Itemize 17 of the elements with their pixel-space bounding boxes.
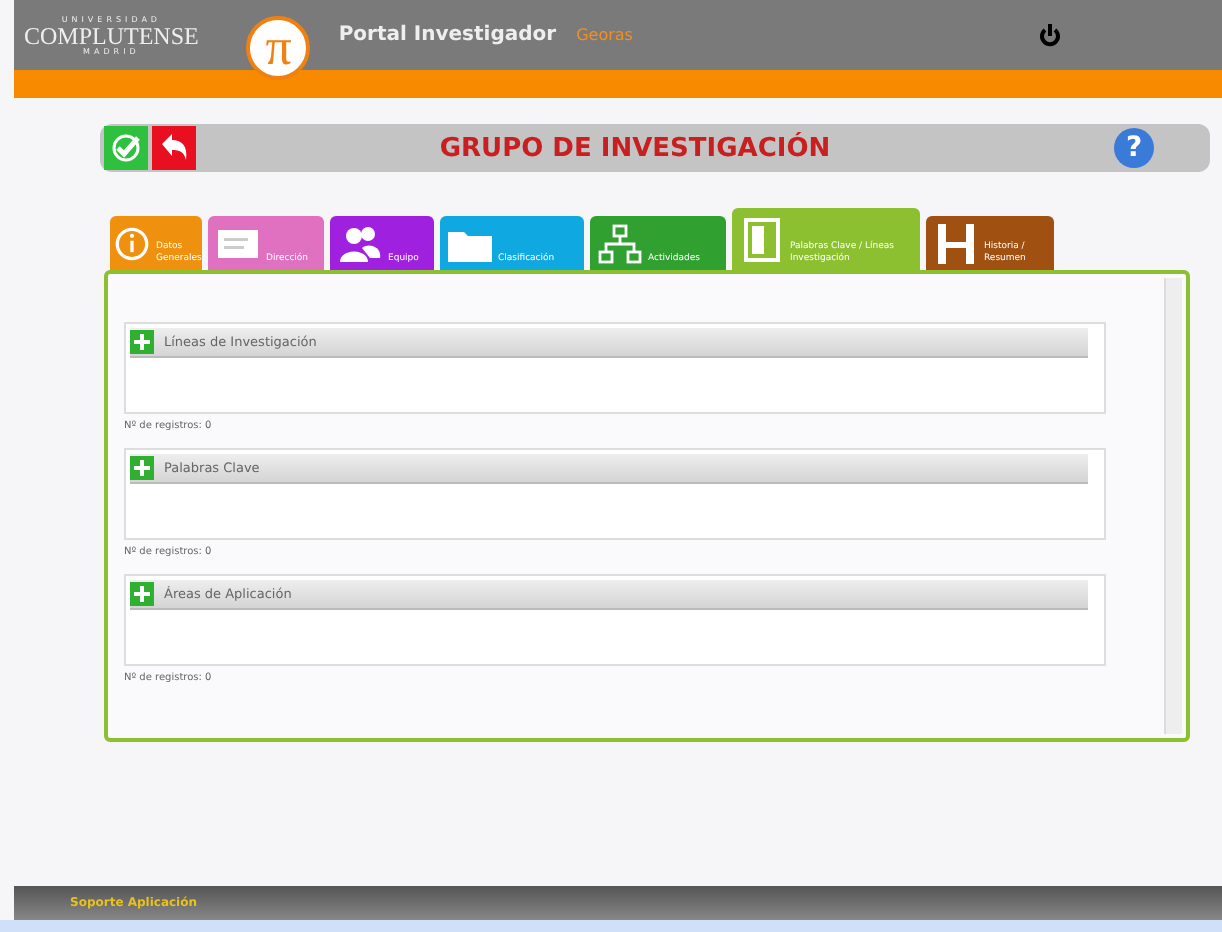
help-button[interactable]: ? (1114, 128, 1154, 168)
app-title: Portal Investigador (338, 24, 557, 46)
info-icon (114, 225, 150, 261)
page-title: GRUPO DE INVESTIGACIÓN (437, 133, 833, 163)
people-icon (338, 221, 382, 265)
power-icon[interactable] (1038, 23, 1062, 47)
book-icon (740, 217, 784, 261)
pi-logo: π (246, 15, 311, 79)
scrollbar[interactable] (1164, 278, 1182, 734)
back-button[interactable] (152, 126, 196, 170)
user-name: Georas (576, 26, 633, 44)
add-button[interactable] (130, 582, 154, 606)
hierarchy-icon (598, 221, 642, 265)
letter-h-icon (934, 221, 978, 265)
save-button[interactable] (104, 126, 148, 170)
add-button[interactable] (130, 330, 154, 354)
add-button[interactable] (130, 456, 154, 480)
